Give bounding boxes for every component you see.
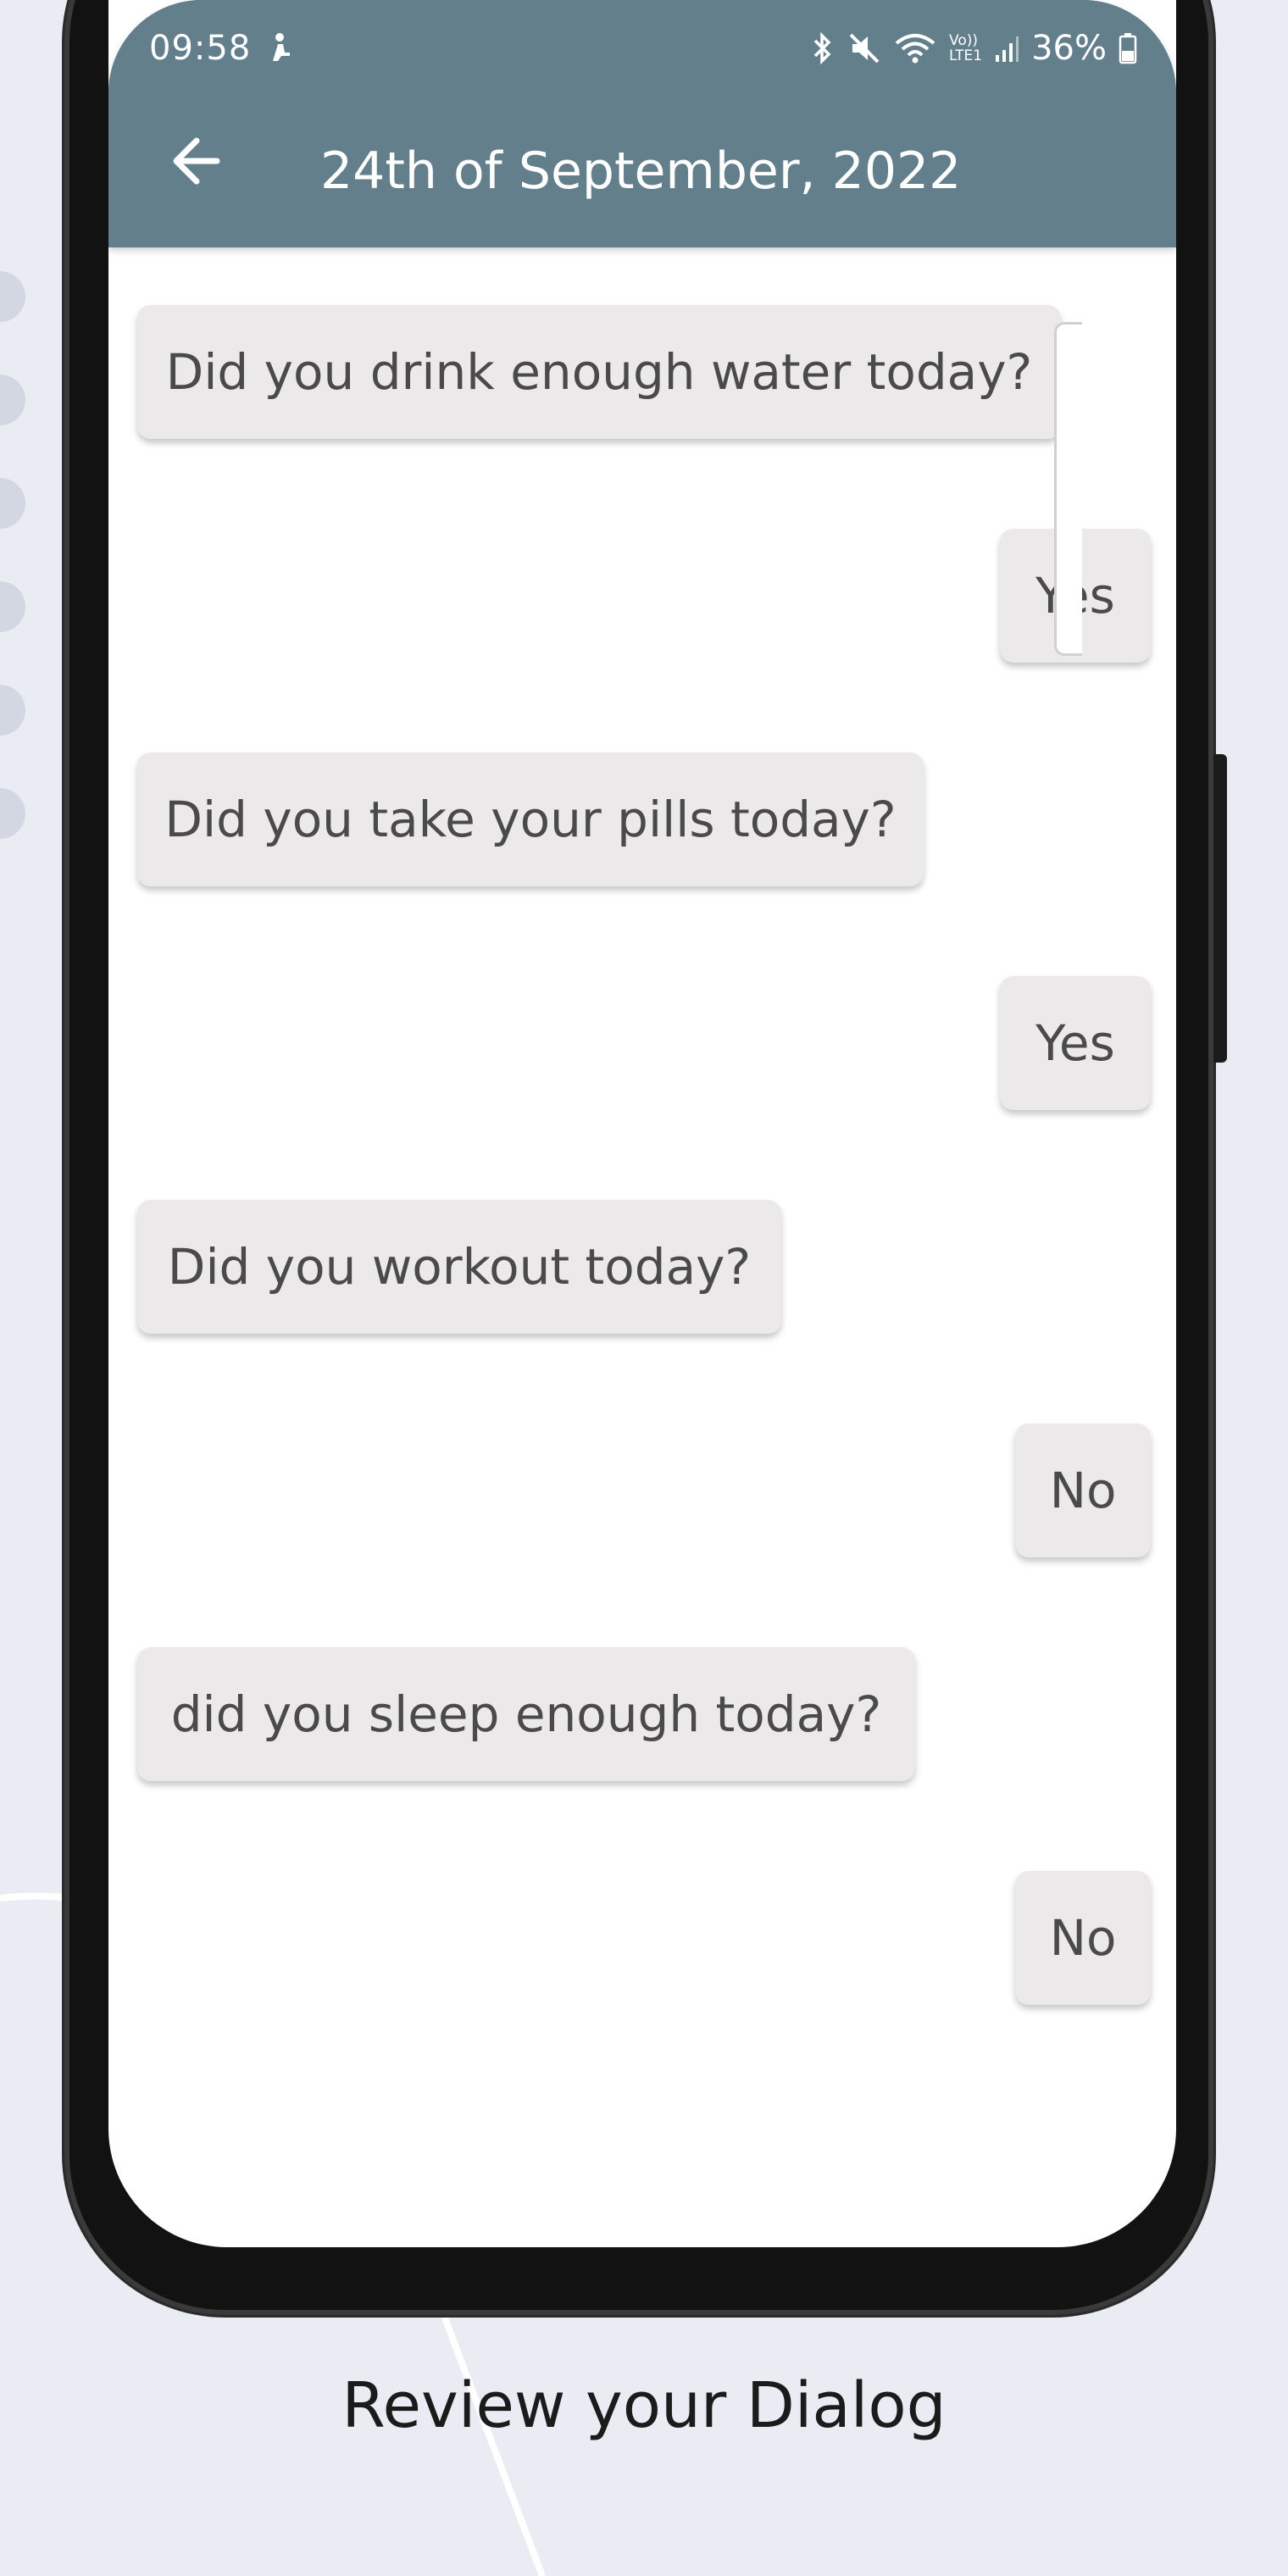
battery-level: 36% bbox=[1031, 29, 1107, 68]
background-dot bbox=[0, 685, 25, 736]
arrow-left-icon bbox=[173, 137, 220, 185]
background-dot bbox=[0, 375, 25, 425]
status-time: 09:58 bbox=[149, 29, 252, 68]
mute-icon bbox=[849, 33, 880, 64]
status-icons: Vo)) LTE1 36% bbox=[810, 29, 1137, 68]
page-title: 24th of September, 2022 bbox=[320, 142, 962, 201]
volte-indicator: Vo)) LTE1 bbox=[949, 33, 982, 64]
background-dots bbox=[0, 271, 25, 891]
question-bubble: did you sleep enough today? bbox=[137, 1647, 915, 1781]
background-dot bbox=[0, 788, 25, 839]
background-dot bbox=[0, 478, 25, 529]
phone-screen: 09:58 Vo)) LTE1 36% 24th of September, 2… bbox=[108, 0, 1176, 2247]
signal-icon bbox=[996, 36, 1019, 62]
phone-side-button bbox=[1213, 754, 1227, 1063]
answer-bubble: No bbox=[1015, 1871, 1151, 2005]
app-bar: 09:58 Vo)) LTE1 36% 24th of September, 2… bbox=[108, 0, 1176, 247]
back-button[interactable] bbox=[161, 127, 229, 195]
wifi-icon bbox=[895, 34, 935, 64]
person-status-icon bbox=[273, 33, 290, 61]
volte-label-top: Vo)) bbox=[949, 32, 978, 49]
background-dot bbox=[0, 581, 25, 632]
battery-icon bbox=[1119, 33, 1137, 64]
dialog-list: Did you drink enough water today? Yes Di… bbox=[108, 247, 1176, 2247]
background-dot bbox=[0, 271, 25, 322]
question-bubble: Did you workout today? bbox=[137, 1200, 781, 1334]
question-bubble: Did you take your pills today? bbox=[137, 752, 924, 886]
scrollbar-handle[interactable] bbox=[1054, 322, 1082, 656]
answer-bubble: Yes bbox=[1000, 976, 1151, 1110]
volte-label-bottom: LTE1 bbox=[949, 47, 983, 64]
bluetooth-icon bbox=[813, 31, 831, 65]
caption-text: Review your Dialog bbox=[341, 2369, 947, 2442]
answer-bubble: No bbox=[1015, 1424, 1151, 1557]
question-bubble: Did you drink enough water today? bbox=[137, 305, 1061, 439]
